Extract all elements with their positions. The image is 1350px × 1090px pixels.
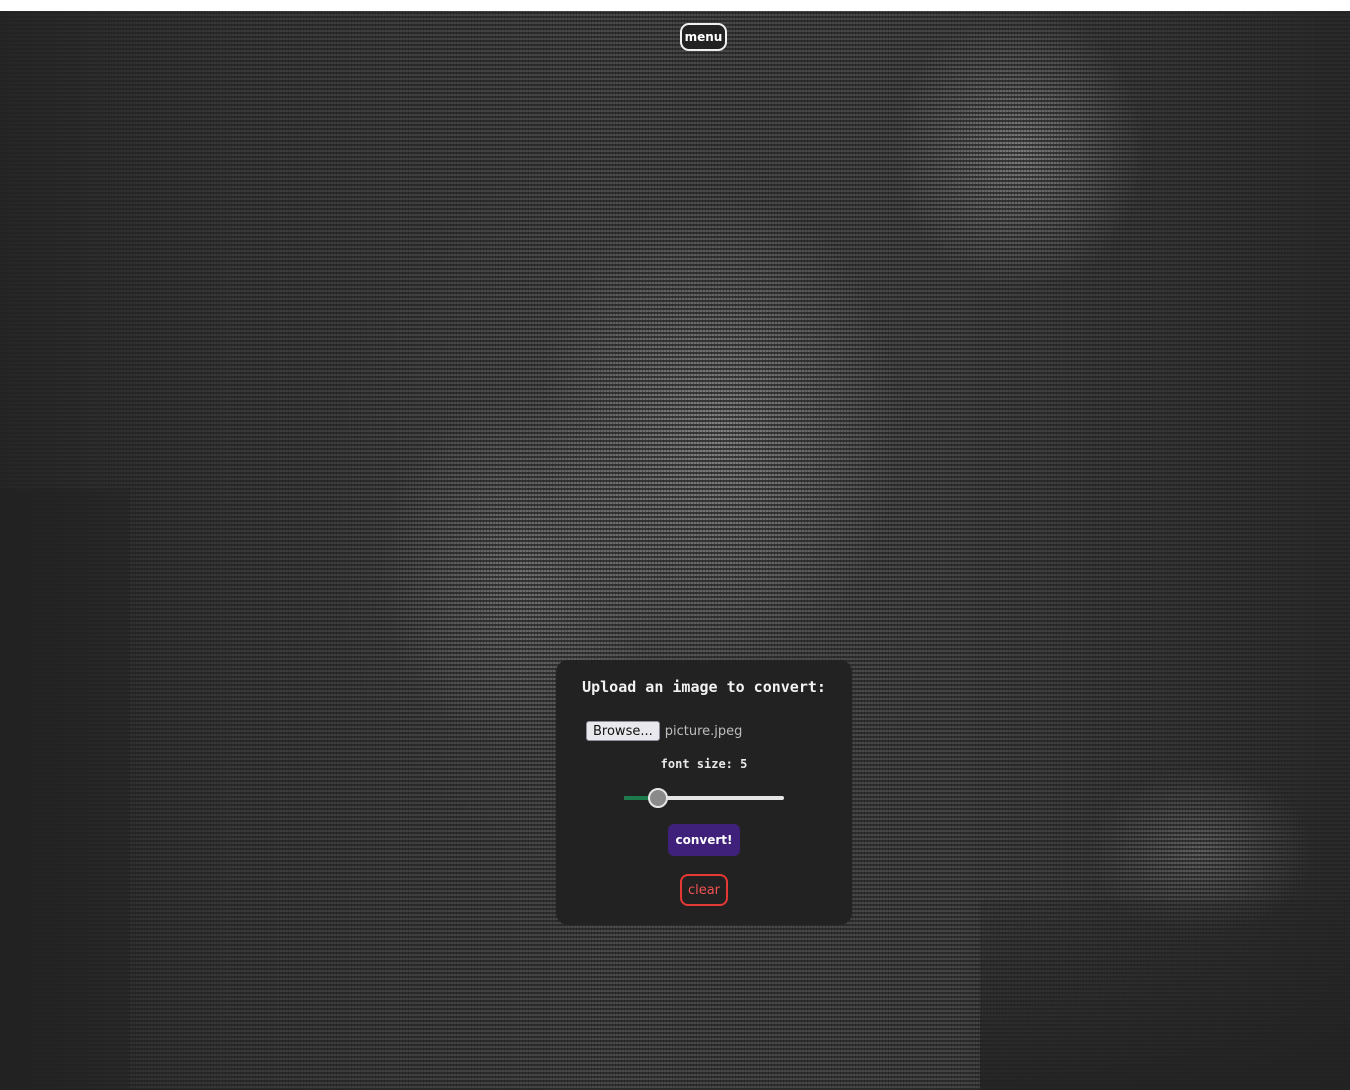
font-size-slider[interactable] bbox=[624, 786, 784, 810]
selected-file-name: picture.jpeg bbox=[664, 723, 743, 739]
upload-panel-title: Upload an image to convert: bbox=[582, 678, 826, 696]
ascii-art-shade-left bbox=[0, 490, 130, 1090]
top-strip bbox=[0, 0, 1350, 11]
convert-button[interactable]: convert! bbox=[668, 824, 740, 856]
clear-button[interactable]: clear bbox=[680, 874, 728, 906]
browse-button-label: Browse... bbox=[593, 723, 653, 739]
menu-button[interactable]: menu bbox=[680, 23, 727, 51]
slider-thumb[interactable] bbox=[648, 788, 668, 808]
ascii-art-shade-bottom bbox=[980, 900, 1350, 1090]
font-size-label: font size: 5 bbox=[660, 757, 748, 771]
convert-button-label: convert! bbox=[675, 833, 733, 847]
upload-panel: Upload an image to convert: Browse... pi… bbox=[556, 660, 852, 925]
file-input[interactable]: Browse... picture.jpeg bbox=[586, 721, 742, 741]
clear-button-label: clear bbox=[687, 882, 721, 898]
browse-button[interactable]: Browse... bbox=[586, 721, 660, 741]
menu-button-label: menu bbox=[684, 30, 723, 44]
